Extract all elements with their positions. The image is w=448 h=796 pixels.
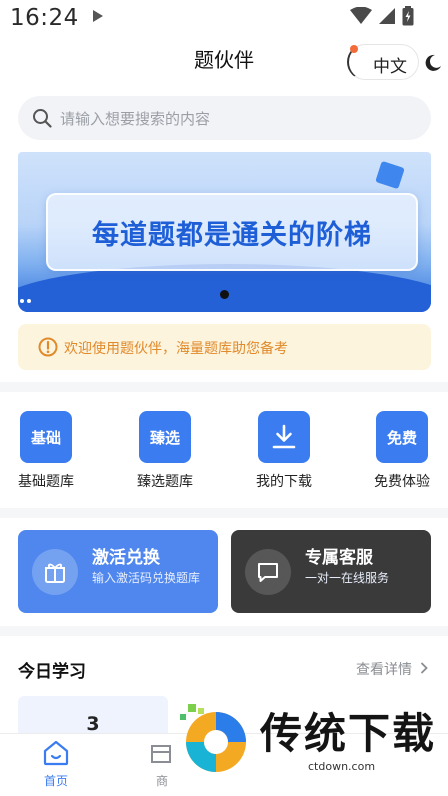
feature-subtitle: 输入激活码兑换题库: [92, 571, 201, 585]
quick-action-basic[interactable]: 基础 基础题库: [10, 411, 82, 491]
feature-icon-circle: [245, 549, 291, 595]
quick-action-tile-text: 免费: [386, 429, 417, 447]
view-details-link[interactable]: 查看详情: [356, 659, 429, 679]
home-icon: [42, 740, 70, 770]
battery-icon: [402, 6, 414, 30]
banner-decoration: [375, 160, 405, 190]
watermark-url: ctdown.com: [308, 760, 376, 773]
watermark: 传统下载 ctdown.com: [176, 700, 436, 780]
language-indicator-dot: [350, 45, 358, 53]
feature-title: 激活兑换: [92, 548, 160, 568]
quick-action-downloads[interactable]: 我的下载: [248, 411, 320, 491]
quick-action-label: 我的下载: [256, 474, 312, 490]
moon-icon[interactable]: [424, 54, 442, 76]
section-divider: [0, 626, 448, 636]
quick-action-tile-text: 臻选: [149, 429, 180, 447]
activate-redeem-card[interactable]: 激活兑换 输入激活码兑换题库: [18, 530, 218, 613]
tab-label: 首页: [43, 774, 68, 788]
customer-service-card[interactable]: 专属客服 一对一在线服务: [231, 530, 431, 613]
gift-icon: [44, 560, 66, 588]
section-divider: [0, 508, 448, 518]
banner-wave: [18, 264, 431, 312]
alert-icon: [38, 337, 58, 361]
feature-subtitle: 一对一在线服务: [305, 571, 390, 585]
status-icons: [350, 6, 414, 30]
quick-action-label: 免费体验: [374, 474, 430, 490]
quick-action-tile: 免费: [376, 411, 428, 463]
banner-headline: 每道题都是通关的阶梯: [92, 220, 372, 251]
feature-title: 专属客服: [305, 548, 373, 568]
banner-mini-dot: [20, 299, 24, 303]
chat-icon: [257, 561, 279, 587]
quick-action-tile: 臻选: [139, 411, 191, 463]
carousel-indicator[interactable]: [220, 290, 229, 299]
chevron-right-icon: [420, 662, 429, 678]
section-divider: [0, 382, 448, 392]
feature-icon-circle: [32, 549, 78, 595]
search-input[interactable]: 请输入想要搜索的内容: [18, 96, 431, 140]
signal-icon: [378, 7, 396, 29]
search-placeholder: 请输入想要搜索的内容: [60, 110, 211, 128]
download-icon: [271, 424, 297, 454]
status-bar: 16:24: [0, 0, 448, 36]
quick-action-tile-text: 基础: [30, 429, 61, 447]
quick-action-free-trial[interactable]: 免费 免费体验: [366, 411, 438, 491]
watermark-brand: 传统下载: [260, 709, 437, 758]
search-icon: [32, 108, 52, 132]
banner-card: 每道题都是通关的阶梯: [46, 193, 418, 271]
status-time: 16:24: [10, 5, 79, 31]
banner-mini-dot: [27, 299, 31, 303]
quick-action-label: 臻选题库: [137, 474, 193, 490]
language-label: 中文: [373, 57, 407, 77]
quick-action-label: 基础题库: [18, 474, 74, 490]
tab-home[interactable]: 首页: [26, 740, 86, 789]
quick-action-selected[interactable]: 臻选 臻选题库: [129, 411, 201, 491]
quick-action-tile: 基础: [20, 411, 72, 463]
notice-bar: 欢迎使用题伙伴，海量题库助您备考: [18, 324, 431, 370]
promo-banner[interactable]: 每道题都是通关的阶梯: [18, 152, 431, 312]
quick-action-tile: [258, 411, 310, 463]
watermark-logo: [176, 700, 254, 776]
study-stat-value: 3: [86, 713, 100, 735]
language-switch[interactable]: 中文: [347, 44, 419, 80]
today-study-title: 今日学习: [18, 662, 86, 682]
wifi-icon: [350, 6, 372, 29]
notice-text: 欢迎使用题伙伴，海量题库助您备考: [64, 341, 288, 357]
shop-icon: [148, 745, 176, 770]
app-header: 题伙伴 中文: [0, 36, 448, 86]
play-icon: [92, 8, 104, 27]
view-details-label: 查看详情: [356, 662, 412, 678]
